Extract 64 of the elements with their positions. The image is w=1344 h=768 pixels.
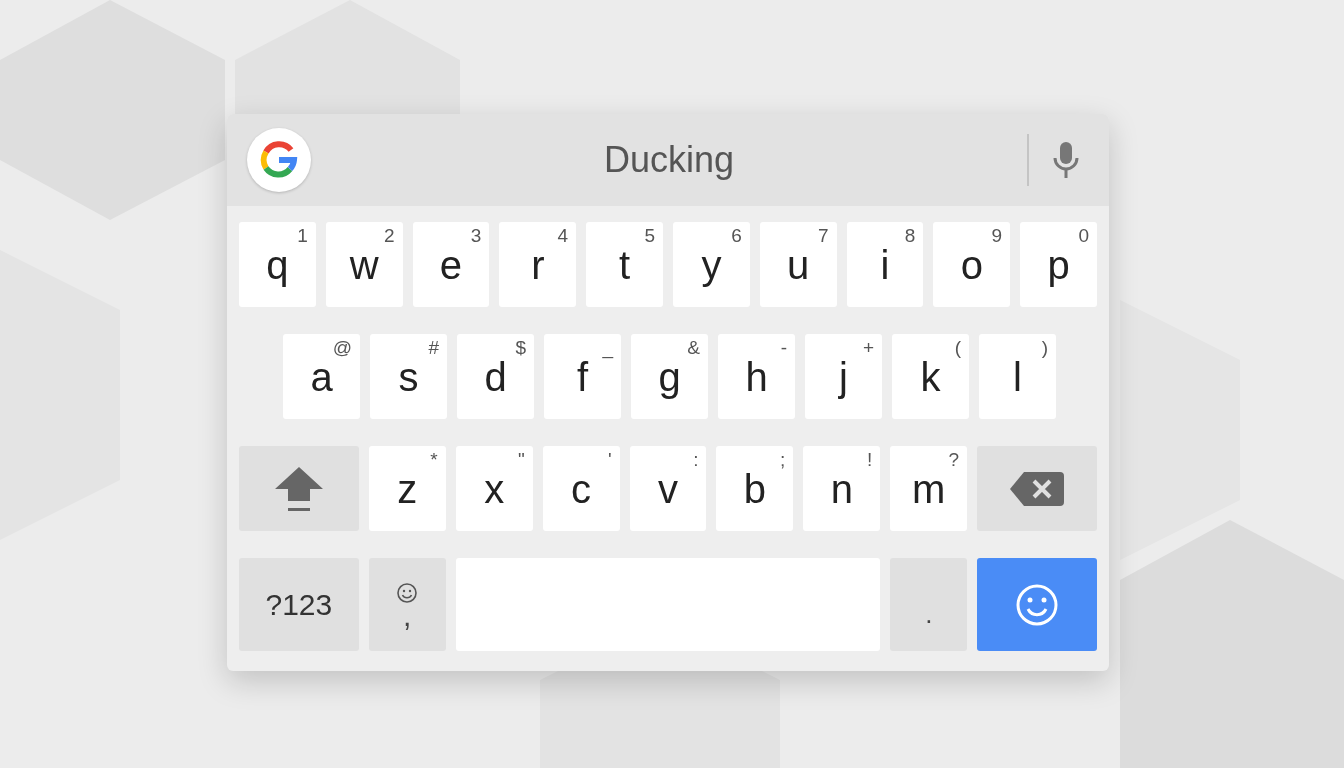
letter-key[interactable]: y 6: [673, 222, 750, 307]
letter-key[interactable]: r 4: [499, 222, 577, 307]
letter-key[interactable]: k (: [892, 334, 969, 419]
comma-key[interactable]: ,: [368, 558, 446, 651]
suggestion-word[interactable]: Ducking: [311, 133, 1027, 187]
letter-key[interactable]: i 8: [846, 222, 924, 307]
key-hint: ': [607, 450, 612, 469]
letter-key[interactable]: z *: [368, 446, 446, 531]
key-hint: (: [954, 338, 961, 357]
letter-key[interactable]: b ;: [716, 446, 794, 531]
key-hint: ": [517, 450, 525, 469]
letter-key[interactable]: a @: [283, 334, 360, 419]
letter-key[interactable]: h -: [718, 334, 795, 419]
key-hint: &: [687, 338, 700, 357]
key-hint: 3: [470, 226, 482, 245]
letter-key[interactable]: e 3: [412, 222, 490, 307]
letter-key[interactable]: w 2: [325, 222, 403, 307]
smiley-icon: [1015, 582, 1060, 627]
letter-key[interactable]: o 9: [933, 222, 1011, 307]
key-hint: :: [693, 450, 699, 469]
letter-key[interactable]: t 5: [586, 222, 663, 307]
emoji-key[interactable]: [977, 558, 1097, 651]
letter-key[interactable]: q 1: [239, 222, 316, 307]
key-hint: 1: [297, 226, 308, 245]
letter-key[interactable]: j +: [805, 334, 882, 419]
key-hint: #: [428, 338, 439, 357]
key-hint: 9: [991, 226, 1003, 245]
letter-key[interactable]: f _: [544, 334, 621, 419]
letter-key[interactable]: v :: [629, 446, 707, 531]
key-hint: ?: [948, 450, 960, 469]
key-hint: 4: [557, 226, 569, 245]
key-hint: -: [780, 338, 787, 357]
g-logo-icon[interactable]: [247, 128, 311, 192]
key-hint: 8: [904, 226, 916, 245]
key-hint: @: [332, 338, 352, 357]
letter-key[interactable]: g &: [631, 334, 708, 419]
smiley-icon: [396, 581, 419, 604]
letter-key[interactable]: l ): [979, 334, 1056, 419]
key-hint: +: [862, 338, 874, 357]
key-hint: 0: [1078, 226, 1089, 245]
key-hint: *: [430, 450, 438, 469]
key-hint: $: [515, 338, 526, 357]
key-hint: 7: [818, 226, 829, 245]
letter-key[interactable]: d $: [457, 334, 534, 419]
letter-key[interactable]: x ": [455, 446, 533, 531]
key-hint: ;: [780, 450, 786, 469]
letter-key[interactable]: u 7: [759, 222, 837, 307]
backspace-icon: [1010, 471, 1065, 506]
key-hint: _: [602, 338, 613, 357]
key-hint: !: [867, 450, 873, 469]
key-hint: ): [1041, 338, 1048, 357]
letter-key[interactable]: c ': [542, 446, 620, 531]
letter-key[interactable]: m ?: [890, 446, 968, 531]
microphone-icon[interactable]: [1051, 140, 1081, 180]
key-hint: 6: [731, 226, 742, 245]
period-key[interactable]: .: [890, 558, 968, 651]
key-hint: 2: [384, 226, 395, 245]
symbols-key[interactable]: ?123: [239, 558, 359, 651]
key-hint: 5: [644, 226, 655, 245]
shift-key[interactable]: [239, 446, 359, 531]
letter-key[interactable]: p 0: [1020, 222, 1097, 307]
letter-key[interactable]: s #: [370, 334, 447, 419]
backspace-key[interactable]: [977, 446, 1098, 531]
letter-key[interactable]: n !: [803, 446, 881, 531]
